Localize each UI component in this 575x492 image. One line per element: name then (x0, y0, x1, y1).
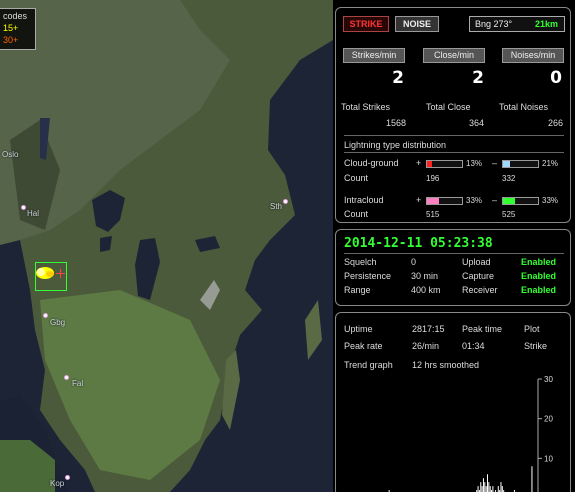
ic-negative-bar (502, 197, 539, 205)
legend-30plus: 30+ (3, 35, 19, 45)
persistence-label: Persistence (344, 271, 392, 281)
capture-label: Capture (462, 271, 495, 281)
strikes-per-min-header[interactable]: Strikes/min (343, 48, 405, 63)
ic-negative-count: 525 (502, 210, 516, 219)
close-per-min-value: 2 (472, 68, 484, 88)
strikes-per-min-value: 2 (392, 68, 404, 88)
strike-cluster-icon (36, 267, 54, 279)
squelch-label: Squelch (344, 257, 377, 267)
close-per-min-header[interactable]: Close/min (423, 48, 485, 63)
current-datetime: 2014-12-11 05:23:38 (344, 236, 493, 251)
distance-value: 21km (534, 19, 558, 29)
peak-time-value: 01:34 (462, 341, 485, 351)
divider (344, 253, 564, 254)
trend-graph-chart: 30 20 10 (388, 375, 553, 492)
city-marker-hal (21, 205, 26, 210)
distribution-title: Lightning type distribution (344, 140, 447, 150)
plot-label: Plot (524, 324, 540, 334)
range-value: 400 km (411, 285, 441, 295)
noises-per-min-header[interactable]: Noises/min (502, 48, 564, 63)
ic-positive-pct: 33% (466, 196, 483, 205)
total-close-value: 364 (468, 118, 484, 128)
ic-negative-fill (503, 198, 515, 204)
receiver-status: Enabled (521, 285, 557, 295)
city-label-gbg: Gbg (50, 318, 66, 327)
strike-summary-panel: STRIKE NOISE Bng 273° 21km Strikes/min C… (335, 7, 571, 223)
city-marker-fal (64, 375, 69, 380)
lightning-map[interactable]: codes 15+ 30+ Oslo Hal Gbg Fal Kop Sth (0, 0, 333, 492)
city-label-fal: Fal (72, 379, 84, 388)
statistics-panel: Uptime 2817:15 Peak time Plot Peak rate … (335, 312, 571, 492)
ic-positive-bar (426, 197, 463, 205)
city-marker-sth (283, 199, 288, 204)
uptime-label: Uptime (344, 324, 373, 334)
trend-y-tick-label: 10 (544, 454, 553, 463)
ic-positive-fill (427, 198, 439, 204)
noise-button[interactable]: NOISE (395, 16, 439, 32)
cg-negative-bar (502, 160, 539, 168)
receiver-label: Receiver (462, 285, 498, 295)
ic-count-label: Count (344, 209, 369, 219)
city-label-sth: Sth (270, 202, 283, 211)
cg-negative-fill (503, 161, 511, 167)
city-marker-kop (65, 475, 70, 480)
cg-positive-count: 196 (426, 174, 440, 183)
peak-time-label: Peak time (462, 324, 503, 334)
trend-graph-value: 12 hrs smoothed (412, 360, 480, 370)
persistence-value: 30 min (411, 271, 439, 281)
legend-15plus: 15+ (3, 23, 19, 33)
location-crosshair-icon (56, 269, 65, 278)
ic-negative-sign: – (492, 195, 498, 205)
trend-y-tick-label: 20 (544, 415, 553, 424)
total-strikes-label: Total Strikes (341, 102, 391, 112)
cg-positive-fill (427, 161, 432, 167)
squelch-value: 0 (411, 257, 417, 267)
trend-graph-label: Trend graph (344, 360, 393, 370)
bearing-display: Bng 273° 21km (469, 16, 565, 32)
total-close-label: Total Close (426, 102, 471, 112)
cg-negative-count: 332 (502, 174, 516, 183)
noises-per-min-value: 0 (550, 68, 562, 88)
total-noises-label: Total Noises (499, 102, 549, 112)
plot-value: Strike (524, 341, 548, 351)
divider (344, 152, 564, 153)
divider (344, 135, 564, 136)
capture-status: Enabled (521, 271, 557, 281)
strike-button[interactable]: STRIKE (343, 16, 389, 32)
cg-positive-bar (426, 160, 463, 168)
bearing-value: Bng 273° (475, 19, 513, 29)
total-strikes-value: 1568 (385, 118, 406, 128)
rate-legend: codes 15+ 30+ (0, 8, 36, 50)
peak-rate-label: Peak rate (344, 341, 383, 351)
cg-negative-sign: – (492, 158, 498, 168)
city-label-hal: Hal (27, 209, 40, 218)
legend-codes: codes (3, 11, 28, 21)
cloud-ground-label: Cloud-ground (344, 158, 399, 168)
ic-positive-sign: + (416, 195, 422, 205)
settings-panel: 2014-12-11 05:23:38 Squelch 0 Upload Ena… (335, 229, 571, 306)
city-label-kop: Kop (50, 479, 65, 488)
city-marker-gbg (43, 313, 48, 318)
intracloud-label: Intracloud (344, 195, 384, 205)
ic-negative-pct: 33% (542, 196, 559, 205)
cg-negative-pct: 21% (542, 159, 559, 168)
upload-label: Upload (462, 257, 491, 267)
range-label: Range (344, 285, 371, 295)
cg-positive-sign: + (416, 158, 422, 168)
ic-positive-count: 515 (426, 210, 440, 219)
cg-positive-pct: 13% (466, 159, 483, 168)
trend-y-tick-label: 30 (544, 375, 553, 384)
peak-rate-value: 26/min (412, 341, 440, 351)
cg-count-label: Count (344, 173, 369, 183)
total-noises-value: 266 (547, 118, 563, 128)
city-label-oslo: Oslo (2, 150, 19, 159)
upload-status: Enabled (521, 257, 557, 267)
uptime-value: 2817:15 (412, 324, 445, 334)
map-terrain (0, 0, 333, 492)
